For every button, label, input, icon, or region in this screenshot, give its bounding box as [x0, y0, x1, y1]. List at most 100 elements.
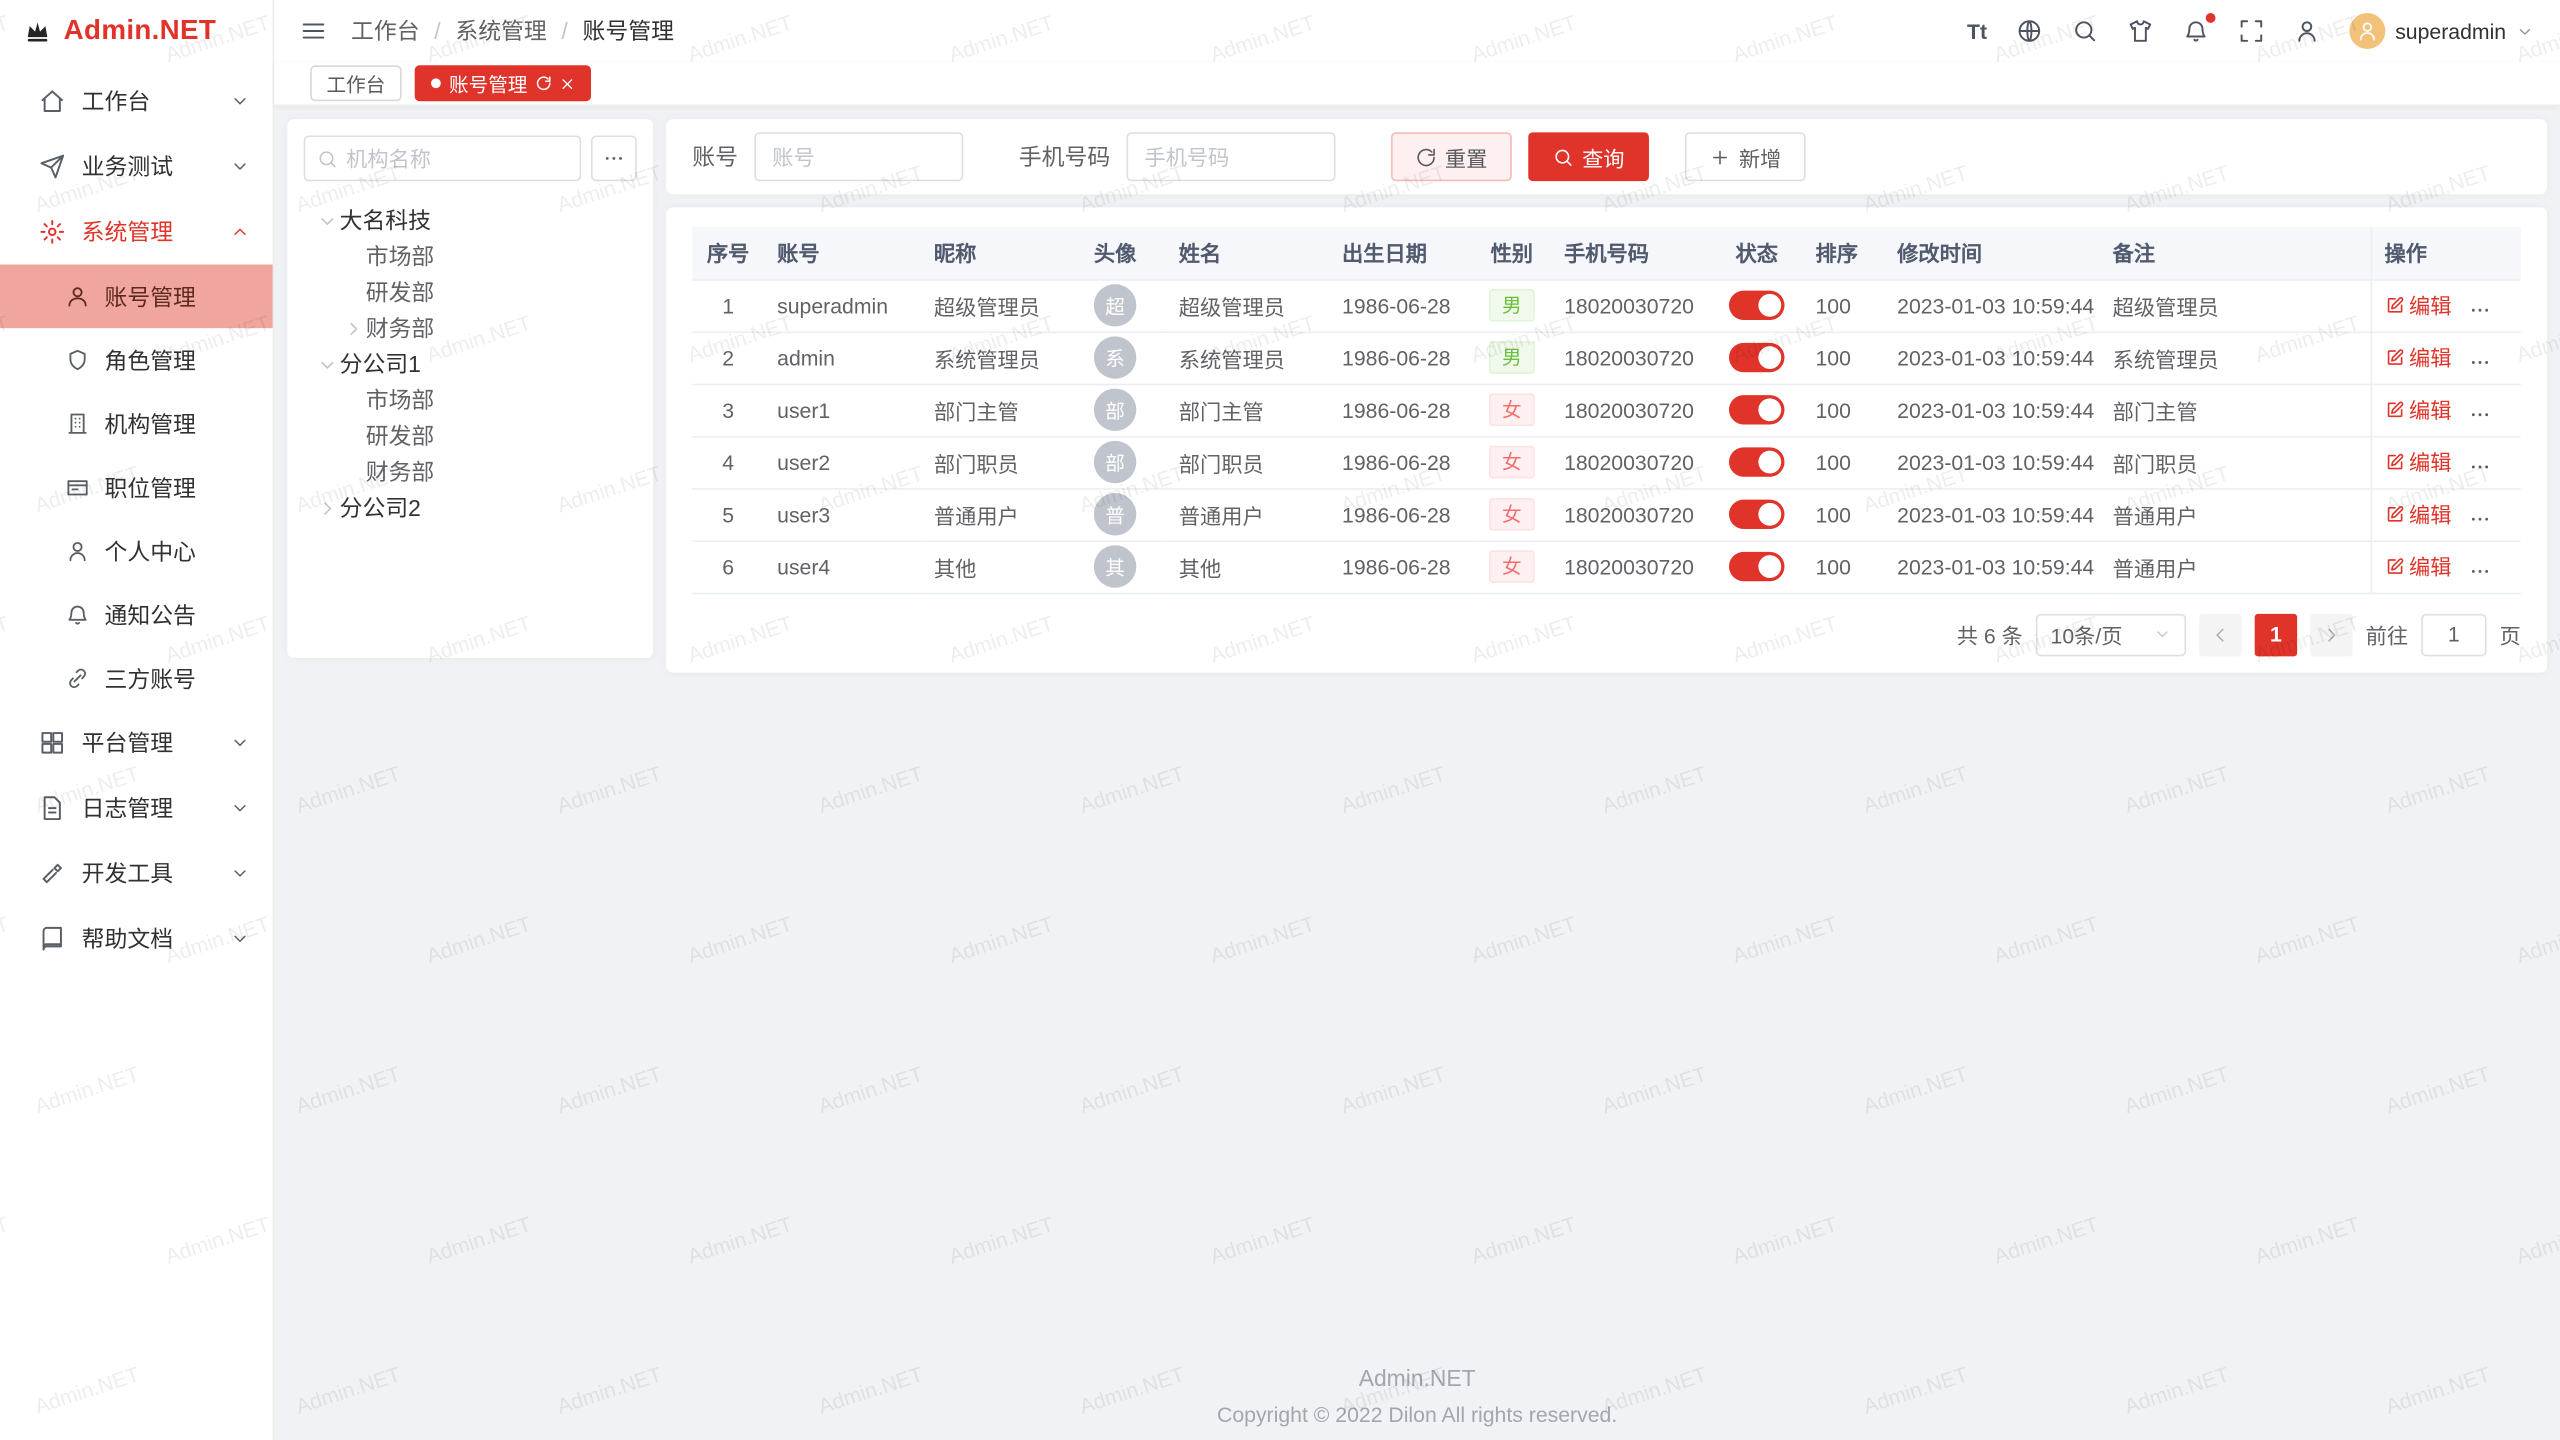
edit-label: 编辑 — [2409, 290, 2451, 321]
row-more-button[interactable] — [2468, 402, 2491, 425]
tab-refresh-button[interactable] — [536, 75, 552, 91]
tree-node[interactable]: 研发部 — [304, 274, 637, 310]
edit-button[interactable]: 编辑 — [2384, 499, 2451, 530]
sidebar-item-notice-announcement[interactable]: 通知公告 — [0, 583, 273, 647]
chevDown-icon — [2153, 625, 2171, 643]
phone-input[interactable] — [1127, 132, 1336, 181]
sidebar: Admin.NET 工作台业务测试系统管理账号管理角色管理机构管理职位管理个人中… — [0, 0, 274, 1440]
org-search-input[interactable] — [346, 146, 568, 170]
tree-collapse-icon[interactable] — [313, 211, 339, 229]
avatar: 部 — [1094, 389, 1136, 431]
tab-workbench[interactable]: 工作台 — [310, 65, 401, 101]
status-toggle[interactable] — [1729, 447, 1785, 476]
goto-page-input[interactable] — [2421, 613, 2486, 655]
page-size-select[interactable]: 10条/页 — [2036, 613, 2186, 655]
tree-expand-icon[interactable] — [340, 319, 366, 337]
cell-phone: 18020030720 — [1551, 540, 1711, 592]
brand-logo[interactable]: Admin.NET — [0, 0, 273, 62]
sidebar-item-help-docs[interactable]: 帮助文档 — [0, 906, 273, 971]
edit-button[interactable]: 编辑 — [2384, 342, 2451, 373]
account-input[interactable] — [754, 132, 963, 181]
row-more-button[interactable] — [2468, 507, 2491, 530]
status-toggle[interactable] — [1729, 343, 1785, 372]
avatar: 超 — [1094, 284, 1136, 326]
edit-button[interactable]: 编辑 — [2384, 446, 2451, 477]
search-button[interactable] — [2072, 18, 2098, 44]
column-header: 出生日期 — [1329, 227, 1473, 279]
gender-badge: 男 — [1489, 289, 1535, 322]
sidebar-item-role-management[interactable]: 角色管理 — [0, 328, 273, 392]
sidebar-item-position-management[interactable]: 职位管理 — [0, 456, 273, 520]
sidebar-item-third-party-account[interactable]: 三方账号 — [0, 647, 273, 711]
edit-label: 编辑 — [2409, 342, 2451, 373]
status-toggle[interactable] — [1729, 552, 1785, 581]
sidebar-item-org-management[interactable]: 机构管理 — [0, 392, 273, 456]
cell-seq: 2 — [692, 331, 764, 383]
tree-node-label: 研发部 — [366, 420, 435, 453]
row-more-button[interactable] — [2468, 298, 2491, 321]
add-button[interactable]: 新增 — [1685, 132, 1806, 181]
notification-button[interactable] — [2183, 18, 2209, 44]
tree-node[interactable]: 分公司2 — [304, 490, 637, 526]
edit-button[interactable]: 编辑 — [2384, 394, 2451, 425]
sidebar-item-dev-tools[interactable]: 开发工具 — [0, 841, 273, 906]
status-toggle[interactable] — [1729, 395, 1785, 424]
profile-button[interactable] — [2294, 18, 2320, 44]
breadcrumb-item[interactable]: 工作台 — [351, 15, 420, 48]
cell-gender: 女 — [1473, 540, 1551, 592]
more-icon — [602, 147, 625, 170]
breadcrumb-item[interactable]: 系统管理 — [455, 15, 546, 48]
status-toggle[interactable] — [1729, 500, 1785, 529]
reset-button[interactable]: 重置 — [1391, 132, 1512, 181]
chevRight-icon — [344, 319, 362, 337]
cell-modified: 2023-01-03 10:59:44 — [1884, 488, 2100, 540]
edit-icon — [2384, 400, 2404, 420]
cell-account: user4 — [764, 540, 921, 592]
tree-node[interactable]: 分公司1 — [304, 346, 637, 382]
sidebar-item-account-management[interactable]: 账号管理 — [0, 264, 273, 328]
tree-node[interactable]: 财务部 — [304, 454, 637, 490]
prev-page-button[interactable] — [2199, 613, 2241, 655]
status-toggle[interactable] — [1729, 291, 1785, 320]
sidebar-item-system-management[interactable]: 系统管理 — [0, 199, 273, 264]
tree-node[interactable]: 市场部 — [304, 238, 637, 274]
cell-sort: 100 — [1802, 331, 1884, 383]
page-number-button[interactable]: 1 — [2255, 613, 2297, 655]
user-menu[interactable]: superadmin — [2349, 13, 2533, 49]
locale-button[interactable] — [2016, 18, 2042, 44]
sidebar-item-workbench[interactable]: 工作台 — [0, 69, 273, 134]
sidebar-item-log-management[interactable]: 日志管理 — [0, 776, 273, 841]
cell-name: 部门职员 — [1166, 436, 1329, 488]
menu-collapse-button[interactable] — [300, 18, 326, 44]
search-button[interactable]: 查询 — [1528, 132, 1649, 181]
org-tree-panel: 大名科技市场部研发部财务部分公司1市场部研发部财务部分公司2 — [287, 119, 653, 658]
app-window: Admin.NET 工作台业务测试系统管理账号管理角色管理机构管理职位管理个人中… — [0, 0, 2560, 1440]
edit-button[interactable]: 编辑 — [2384, 290, 2451, 321]
theme-button[interactable] — [2127, 18, 2153, 44]
tree-node[interactable]: 财务部 — [304, 310, 637, 346]
fullscreen-button[interactable] — [2238, 18, 2264, 44]
row-more-button[interactable] — [2468, 350, 2491, 373]
next-page-button[interactable] — [2310, 613, 2352, 655]
tree-node[interactable]: 研发部 — [304, 418, 637, 454]
edit-button[interactable]: 编辑 — [2384, 551, 2451, 582]
tree-expand-icon[interactable] — [313, 499, 339, 517]
tab-close-button[interactable] — [560, 76, 575, 91]
column-header: 账号 — [764, 227, 921, 279]
row-more-button[interactable] — [2468, 455, 2491, 478]
avatar: 其 — [1094, 545, 1136, 587]
sidebar-item-platform-management[interactable]: 平台管理 — [0, 710, 273, 775]
row-more-button[interactable] — [2468, 559, 2491, 582]
tree-node[interactable]: 市场部 — [304, 382, 637, 418]
gender-badge: 女 — [1489, 393, 1535, 426]
tree-node[interactable]: 大名科技 — [304, 202, 637, 238]
goto-label: 前往 — [2366, 619, 2408, 650]
person-icon — [2356, 20, 2379, 43]
font-size-button[interactable]: Tt — [1967, 19, 1987, 43]
tab-account-management[interactable]: 账号管理 — [415, 65, 591, 101]
tree-collapse-icon[interactable] — [313, 355, 339, 373]
sidebar-item-business-test[interactable]: 业务测试 — [0, 134, 273, 199]
sidebar-item-personal-center[interactable]: 个人中心 — [0, 519, 273, 583]
org-more-button[interactable] — [591, 136, 637, 182]
cell-status — [1711, 279, 1802, 331]
